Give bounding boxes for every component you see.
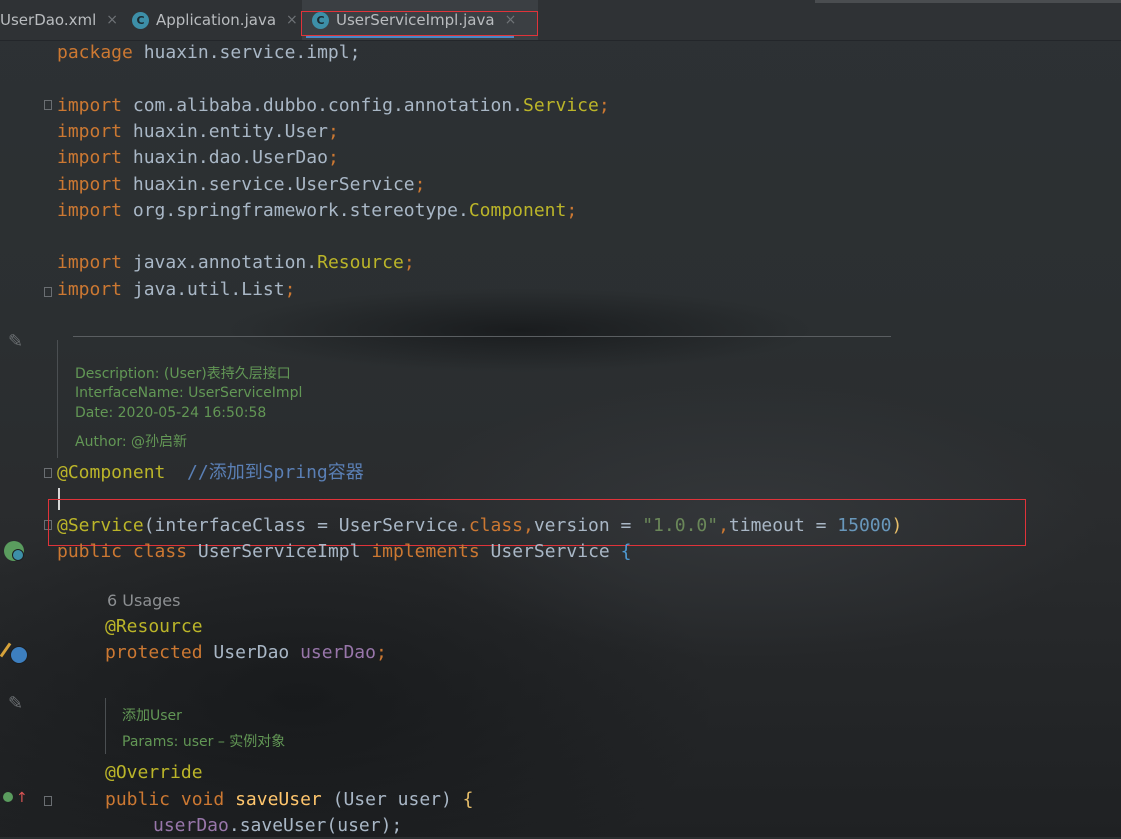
pencil-icon[interactable]: ✎ bbox=[8, 693, 23, 714]
code-line-import[interactable]: import org.springframework.stereotype.Co… bbox=[57, 198, 577, 224]
doc-method-title: 添加User bbox=[122, 708, 182, 724]
keyword: implements bbox=[371, 541, 480, 562]
annotation: @Resource bbox=[105, 616, 203, 637]
fold-marker[interactable] bbox=[44, 796, 52, 806]
keyword: protected bbox=[105, 642, 203, 663]
editor-tab-bar: UserDao.xml × C Application.java × C Use… bbox=[0, 0, 1121, 41]
keyword: import bbox=[57, 121, 123, 142]
package-name: huaxin.service.impl; bbox=[132, 42, 361, 63]
annotation: @Override bbox=[105, 762, 203, 783]
keyword: public bbox=[57, 541, 123, 562]
keyword: import bbox=[57, 174, 123, 195]
code-line-method[interactable]: public void saveUser (User user) { bbox=[105, 787, 474, 813]
keyword: import bbox=[57, 252, 123, 273]
doc-interface-name: InterfaceName: UserServiceImpl bbox=[75, 385, 303, 401]
tab-label: Application.java bbox=[156, 11, 277, 29]
doc-bar bbox=[57, 340, 58, 458]
spring-bean-icon[interactable] bbox=[4, 541, 24, 561]
import-class: Resource bbox=[317, 252, 404, 273]
tab-highlight-box bbox=[301, 11, 538, 36]
field-name: userDao bbox=[300, 642, 376, 663]
tab-bar-scroll-strip bbox=[815, 0, 1121, 3]
keyword: import bbox=[57, 95, 123, 116]
code-line-component[interactable]: @Component //添加到Spring容器 bbox=[57, 460, 364, 486]
semicolon: ; bbox=[598, 95, 610, 116]
code-line-import[interactable]: import com.alibaba.dubbo.config.annotati… bbox=[57, 93, 610, 119]
brace: { bbox=[462, 789, 474, 810]
code-line-field[interactable]: protected UserDao userDao; bbox=[105, 640, 387, 666]
code-line-import[interactable]: import javax.annotation.Resource; bbox=[57, 250, 415, 276]
doc-params-label: Params: bbox=[122, 734, 179, 750]
code-line-import[interactable]: import java.util.List; bbox=[57, 277, 295, 303]
import-path: javax.annotation. bbox=[122, 252, 318, 273]
brace: { bbox=[620, 541, 632, 562]
doc-params-value: user – 实例对象 bbox=[178, 734, 286, 750]
code-line-resource[interactable]: @Resource bbox=[105, 614, 203, 640]
code-line-class-declaration[interactable]: public class UserServiceImpl implements … bbox=[57, 539, 631, 565]
annotation: @Component bbox=[57, 462, 166, 483]
doc-author: Author: @孙启新 bbox=[75, 434, 188, 450]
import-path: com.alibaba.dubbo.config.annotation. bbox=[122, 95, 523, 116]
semicolon: ; bbox=[327, 121, 339, 142]
method-name: saveUser bbox=[235, 789, 322, 810]
fold-marker[interactable] bbox=[44, 287, 52, 297]
keyword: import bbox=[57, 200, 123, 221]
keyword: void bbox=[180, 789, 225, 810]
import-path: org.springframework.stereotype. bbox=[122, 200, 469, 221]
code-line-package[interactable]: package huaxin.service.impl; bbox=[57, 40, 360, 66]
semicolon: ; bbox=[403, 252, 415, 273]
semicolon: ; bbox=[566, 200, 578, 221]
close-icon[interactable]: × bbox=[106, 12, 118, 28]
fold-marker[interactable] bbox=[44, 100, 52, 110]
keyword: import bbox=[57, 279, 123, 300]
tab-label: UserDao.xml bbox=[0, 11, 97, 29]
line-comment: //添加到Spring容器 bbox=[165, 462, 364, 483]
import-class: Component bbox=[468, 200, 567, 221]
semicolon: ; bbox=[375, 642, 387, 663]
code-line-import[interactable]: import huaxin.service.UserService; bbox=[57, 172, 425, 198]
keyword: package bbox=[57, 42, 133, 63]
method-call: .saveUser(user); bbox=[228, 815, 403, 836]
field-type: UserDao bbox=[213, 642, 290, 663]
doc-date: Date: 2020-05-24 16:50:58 bbox=[75, 405, 267, 421]
import-path: huaxin.service.UserService bbox=[122, 174, 415, 195]
doc-bar bbox=[105, 698, 106, 754]
semicolon: ; bbox=[414, 174, 426, 195]
code-line-import[interactable]: import huaxin.entity.User; bbox=[57, 119, 339, 145]
tab-userdao-xml[interactable]: UserDao.xml × bbox=[0, 0, 118, 40]
semicolon: ; bbox=[327, 147, 339, 168]
keyword: public bbox=[105, 789, 171, 810]
fold-marker[interactable] bbox=[44, 468, 52, 478]
keyword: import bbox=[57, 147, 123, 168]
import-path: huaxin.entity.User bbox=[122, 121, 328, 142]
separator-line bbox=[73, 336, 891, 337]
import-path: java.util.List bbox=[122, 279, 285, 300]
pencil-icon[interactable]: ✎ bbox=[8, 331, 23, 352]
import-path: huaxin.dao.UserDao bbox=[122, 147, 328, 168]
class-name: UserServiceImpl bbox=[197, 541, 361, 562]
override-icon[interactable]: ↑ bbox=[3, 789, 28, 809]
injection-icon[interactable] bbox=[0, 640, 28, 664]
import-class: Service bbox=[523, 95, 599, 116]
keyword: class bbox=[132, 541, 188, 562]
code-line-override[interactable]: @Override bbox=[105, 760, 203, 786]
java-class-icon: C bbox=[132, 11, 149, 29]
usages-hint[interactable]: 6 Usages bbox=[107, 591, 180, 610]
code-line-import[interactable]: import huaxin.dao.UserDao; bbox=[57, 145, 339, 171]
field-ref: userDao bbox=[153, 815, 229, 836]
method-params: (User user) bbox=[321, 789, 463, 810]
doc-description: Description: (User)表持久层接口 bbox=[75, 366, 291, 382]
close-icon[interactable]: × bbox=[286, 12, 298, 28]
semicolon: ; bbox=[284, 279, 296, 300]
interface-name: UserService bbox=[490, 541, 610, 562]
code-line-body[interactable]: userDao.saveUser(user); bbox=[153, 813, 402, 839]
doc-params: Params: user – 实例对象 bbox=[122, 731, 285, 751]
tab-application-java[interactable]: C Application.java × bbox=[132, 0, 298, 40]
